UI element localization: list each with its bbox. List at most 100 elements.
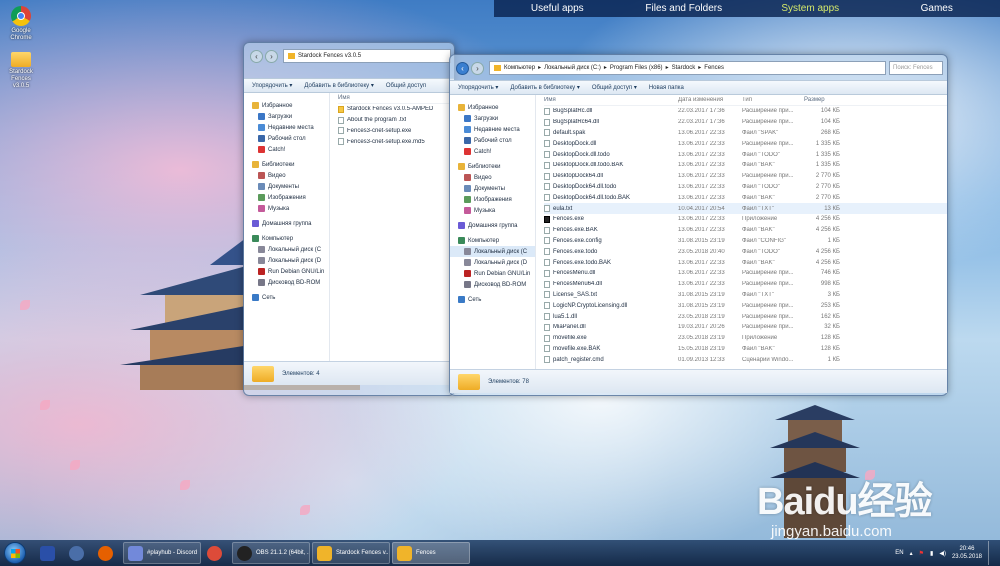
language-indicator[interactable]: EN [895,550,903,556]
nav-item[interactable]: Загрузки [244,111,329,122]
show-desktop-button[interactable] [988,541,994,565]
file-row[interactable]: eula.txt 10.04.2017 20:54 Файл "TXT" 13 КБ [544,203,947,214]
nav-group-header[interactable]: Сеть [244,292,329,303]
file-row[interactable]: About the program .txt [338,115,454,126]
nav-group-header[interactable]: Сеть [450,294,535,305]
share-button[interactable]: Общий доступ [386,83,426,89]
file-row[interactable]: License_SAS.txt 31.08.2015 23:19 Файл "TXT… [544,290,947,301]
column-header-type[interactable]: Тип [742,97,804,103]
file-row[interactable]: FencesMenu64.dll 13.06.2017 22:33 Расширен… [544,279,947,290]
file-row[interactable]: BugSplatRc64.dll 22.03.2017 17:36 Расширен… [544,117,947,128]
column-header-date[interactable]: Дата изменения [678,97,742,103]
nav-item[interactable]: Дисковод BD-ROM [244,277,329,288]
nav-item[interactable]: Run Debian GNU/Lin [244,266,329,277]
add-to-library-button[interactable]: Добавить в библиотеку ▾ [510,84,579,91]
topbar-item-useful-apps[interactable]: Useful apps [494,0,621,17]
nav-item[interactable]: Локальный диск (D [450,257,535,268]
taskbar-button[interactable] [203,542,230,564]
file-row[interactable]: patch_register.cmd 01.09.2013 12:33 Сценар… [544,354,947,365]
file-row[interactable]: DesktopDock.dll 13.06.2017 22:33 Расширени… [544,138,947,149]
breadcrumb-stardock[interactable]: Stardock [672,62,696,74]
address-segment[interactable]: Stardock Fences v3.0.5 [298,50,361,62]
desktop-icon-chrome[interactable]: Google Chrome [4,6,38,42]
nav-item[interactable]: Видео [450,172,535,183]
new-folder-button[interactable]: Новая папка [649,85,684,91]
forward-button[interactable]: › [471,61,484,75]
file-row[interactable]: Fences.exe.todo 23.05.2018 20:40 Файл "TOD… [544,246,947,257]
breadcrumb-program-files[interactable]: Program Files (x86) [610,62,663,74]
add-to-library-button[interactable]: Добавить в библиотеку ▾ [304,82,373,89]
back-button[interactable]: ‹ [456,61,469,75]
nav-group-header[interactable]: Домашняя группа [244,218,329,229]
breadcrumb-drive-c[interactable]: Локальный диск (C:) [544,62,601,74]
file-row[interactable]: Stardock Fences v3.0.5-AMPED [338,104,454,115]
share-button[interactable]: Общий доступ ▾ [592,84,637,91]
column-header-name[interactable]: Имя [338,93,454,104]
nav-item[interactable]: Изображения [244,192,329,203]
nav-item[interactable]: Локальный диск (D [244,255,329,266]
nav-item[interactable]: Документы [450,183,535,194]
taskbar-button[interactable]: Stardock Fences v... [312,542,390,564]
window-titlebar[interactable]: ‹ › Компьютер ▸ Локальный диск (C:) ▸ Prog… [450,57,947,79]
nav-item[interactable]: Локальный диск (C [450,246,535,257]
nav-item[interactable]: Музыка [450,205,535,216]
file-row[interactable]: FencesMenu.dll 13.06.2017 22:33 Расширение… [544,268,947,279]
taskbar-button[interactable] [94,542,121,564]
breadcrumb-fences[interactable]: Fences [704,62,724,74]
column-header-name[interactable]: Имя [544,97,678,103]
nav-item[interactable]: Недавние места [244,122,329,133]
file-row[interactable]: Fences3-cnet-setup.exe.md5 [338,136,454,147]
topbar-item-files-and-folders[interactable]: Files and Folders [621,0,748,17]
window-titlebar[interactable]: ‹ › Stardock Fences v3.0.5 [244,46,454,66]
nav-group-header[interactable]: Библиотеки [450,161,535,172]
nav-item[interactable]: Локальный диск (C [244,244,329,255]
file-row[interactable]: DesktopDock64.dll.todo.BAK 13.06.2017 22:… [544,192,947,203]
breadcrumb-computer[interactable]: Компьютер [504,62,535,74]
nav-item[interactable]: Изображения [450,194,535,205]
nav-group-header[interactable]: Домашняя группа [450,220,535,231]
nav-item[interactable]: Рабочий стол [450,135,535,146]
organize-button[interactable]: Упорядочить ▾ [252,82,292,89]
address-bar[interactable]: Stardock Fences v3.0.5 [283,49,451,63]
file-row[interactable]: Fences.exe.todo.BAK 13.06.2017 22:33 Файл … [544,257,947,268]
file-row[interactable]: lua5.1.dll 23.05.2018 23:19 Расширение при… [544,311,947,322]
nav-item[interactable]: Загрузки [450,113,535,124]
file-row[interactable]: Fences.exe 13.06.2017 22:33 Приложение 4 25… [544,214,947,225]
file-row[interactable]: default.spak 13.06.2017 22:33 Файл "SPAK" 2… [544,128,947,139]
topbar-item-system-apps[interactable]: System apps [747,0,874,17]
file-row[interactable]: BugSplatRc.dll 22.03.2017 17:36 Расширение… [544,106,947,117]
file-row[interactable]: Fences.exe.BAK 13.06.2017 22:33 Файл "BAK"… [544,225,947,236]
file-row[interactable]: MiaPanel.dll 19.03.2017 20:26 Расширение п… [544,322,947,333]
explorer-window-stardock[interactable]: ‹ › Stardock Fences v3.0.5 Упорядочить ▾… [243,42,455,396]
nav-item[interactable]: Музыка [244,203,329,214]
network-icon[interactable]: ▮ [930,550,933,557]
topbar-item-games[interactable]: Games [874,0,1000,17]
taskbar-button[interactable]: #playhub - Discord [123,542,201,564]
nav-item[interactable]: Недавние места [450,124,535,135]
file-row[interactable]: DesktopDock.dll.todo 13.06.2017 22:33 Файл… [544,149,947,160]
start-button[interactable] [4,542,26,564]
nav-group-header[interactable]: Библиотеки [244,159,329,170]
address-bar[interactable]: Компьютер ▸ Локальный диск (C:) ▸ Program … [489,61,886,75]
desktop-icon-fences-folder[interactable]: Stardock Fences v3.0.5 [4,52,38,90]
organize-button[interactable]: Упорядочить ▾ [458,84,498,91]
nav-group-header[interactable]: Компьютер [244,233,329,244]
file-row[interactable]: LogicNP.CryptoLicensing.dll 31.08.2015 23… [544,300,947,311]
file-row[interactable]: DesktopDock64.dll.todo 13.06.2017 22:33 Фа… [544,182,947,193]
taskbar-button[interactable] [36,542,63,564]
tray-expand-icon[interactable]: ▴ [910,550,913,557]
search-input[interactable]: Поиск: Fences [889,61,943,75]
nav-item[interactable]: Catch! [450,146,535,157]
nav-item[interactable]: Дисковод BD-ROM [450,279,535,290]
file-row[interactable]: Fences3-cnet-setup.exe [338,126,454,137]
volume-icon[interactable]: ◀) [939,550,946,557]
file-row[interactable]: DesktopDock.dll.todo.BAK 13.06.2017 22:33… [544,160,947,171]
taskbar-button[interactable]: Fences [392,542,470,564]
file-row[interactable]: DesktopDock64.dll 13.06.2017 22:33 Расшире… [544,171,947,182]
flag-icon[interactable]: ⚑ [919,550,924,557]
column-header-size[interactable]: Размер [804,97,840,103]
nav-item[interactable]: Документы [244,181,329,192]
nav-item[interactable]: Рабочий стол [244,133,329,144]
taskbar-button[interactable]: OBS 21.1.2 (64bit, ... [232,542,310,564]
file-row[interactable]: Fences.exe.config 31.08.2015 23:19 Файл "C… [544,236,947,247]
